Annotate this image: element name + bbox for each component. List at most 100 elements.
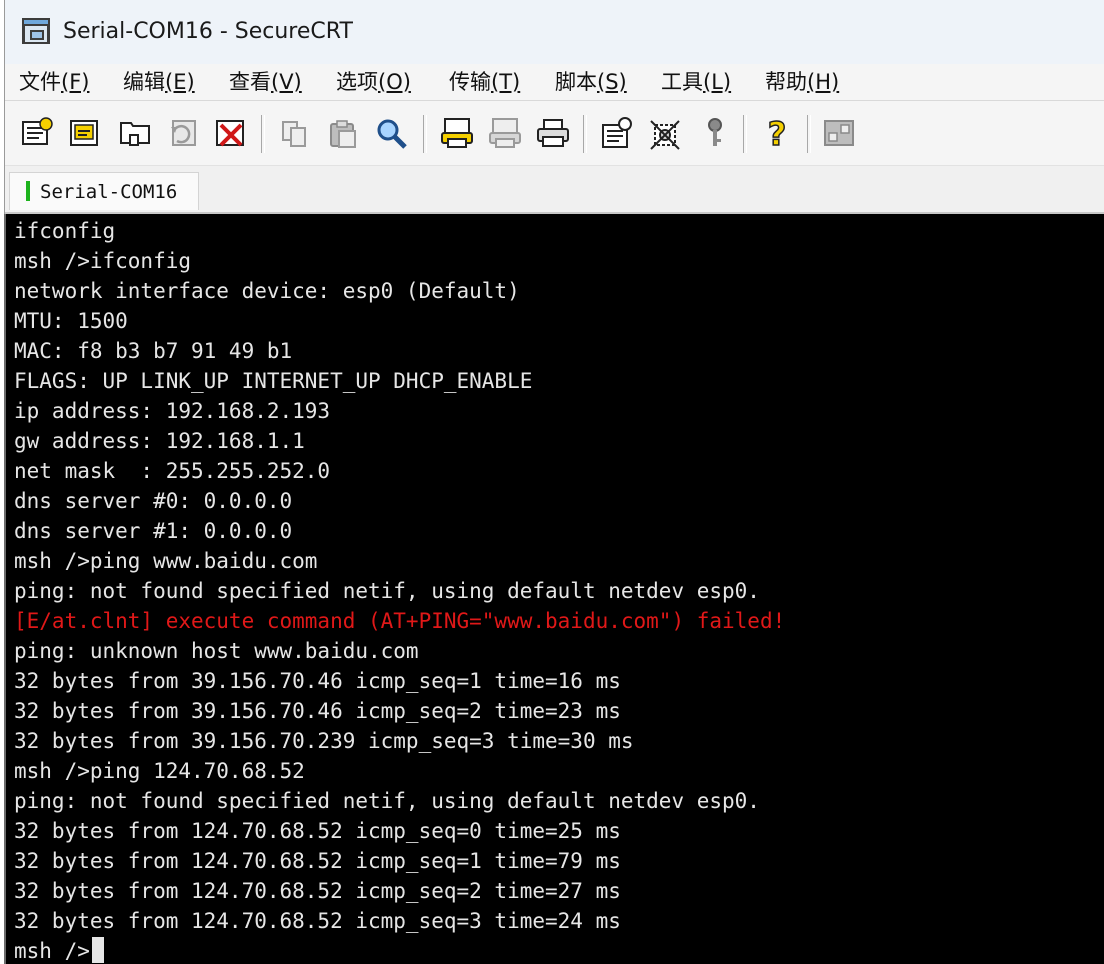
toolbar: ? bbox=[5, 101, 1104, 166]
terminal-line: ifconfig bbox=[14, 216, 785, 246]
menu-script-label: 脚本 bbox=[555, 70, 597, 94]
menu-script-key: (S) bbox=[597, 70, 627, 94]
menu-tools[interactable]: 工具(L) bbox=[661, 66, 731, 98]
securecrt-app-icon[interactable] bbox=[21, 17, 51, 45]
terminal-line-text: ping: not found specified netif, using d… bbox=[14, 579, 760, 603]
keymap-icon[interactable] bbox=[697, 115, 733, 151]
menu-file-label: 文件 bbox=[19, 70, 61, 94]
terminal-output[interactable]: ifconfig msh />ifconfig network interface … bbox=[4, 214, 1104, 964]
print-selection-icon[interactable] bbox=[487, 115, 523, 151]
sftp-icon[interactable] bbox=[821, 115, 857, 151]
menu-file[interactable]: 文件(F) bbox=[19, 66, 89, 98]
menu-edit[interactable]: 编辑(E) bbox=[123, 66, 195, 98]
terminal-line-text: MTU: 1500 bbox=[14, 309, 128, 333]
menu-help-key: (H) bbox=[807, 70, 840, 94]
menu-options[interactable]: 选项(O) bbox=[336, 66, 411, 98]
terminal-line: dns server #0: 0.0.0.0 bbox=[14, 486, 785, 516]
tab-serial-com16[interactable]: Serial-COM16 bbox=[9, 172, 199, 210]
menu-tools-label: 工具 bbox=[661, 70, 703, 94]
terminal-line-text: net mask : 255.255.252.0 bbox=[14, 459, 331, 483]
menu-edit-label: 编辑 bbox=[123, 70, 165, 94]
terminal-line-text: msh /> bbox=[14, 939, 90, 963]
terminal-line: 32 bytes from 124.70.68.52 icmp_seq=2 ti… bbox=[14, 876, 785, 906]
terminal-line-text: FLAGS: UP LINK_UP INTERNET_UP DHCP_ENABL… bbox=[14, 369, 533, 393]
terminal-line: msh />ifconfig bbox=[14, 246, 785, 276]
menu-transfer-label: 传输 bbox=[449, 70, 491, 94]
help-icon[interactable]: ? bbox=[759, 114, 795, 154]
terminal-error-line: [E/at.clnt] execute command (AT+PING="ww… bbox=[14, 606, 785, 636]
terminal-line: 32 bytes from 39.156.70.46 icmp_seq=1 ti… bbox=[14, 666, 785, 696]
terminal-line: ping: not found specified netif, using d… bbox=[14, 786, 785, 816]
terminal-line-text: ping: unknown host www.baidu.com bbox=[14, 639, 419, 663]
terminal-line: gw address: 192.168.1.1 bbox=[14, 426, 785, 456]
terminal-line-text: 32 bytes from 124.70.68.52 icmp_seq=0 ti… bbox=[14, 819, 621, 843]
terminal-line: msh />ping 124.70.68.52 bbox=[14, 756, 785, 786]
terminal-line-text: dns server #0: 0.0.0.0 bbox=[14, 489, 293, 513]
terminal-line: ping: not found specified netif, using d… bbox=[14, 576, 785, 606]
title-bar[interactable]: Serial-COM16 - SecureCRT bbox=[5, 0, 1104, 64]
terminal-line-text: 32 bytes from 124.70.68.52 icmp_seq=2 ti… bbox=[14, 879, 621, 903]
menu-edit-key: (E) bbox=[165, 70, 195, 94]
terminal-line: dns server #1: 0.0.0.0 bbox=[14, 516, 785, 546]
disconnect-icon[interactable] bbox=[213, 115, 249, 151]
terminal-line: net mask : 255.255.252.0 bbox=[14, 456, 785, 486]
terminal-lines: ifconfig msh />ifconfig network interface … bbox=[14, 216, 785, 964]
terminal-line: FLAGS: UP LINK_UP INTERNET_UP DHCP_ENABL… bbox=[14, 366, 785, 396]
menu-view-key: (V) bbox=[271, 70, 302, 94]
terminal-line-text: MAC: f8 b3 b7 91 49 b1 bbox=[14, 339, 293, 363]
menu-options-label: 选项 bbox=[336, 70, 378, 94]
terminal-line: ip address: 192.168.2.193 bbox=[14, 396, 785, 426]
copy-icon[interactable] bbox=[277, 115, 313, 151]
menu-script[interactable]: 脚本(S) bbox=[555, 66, 627, 98]
terminal-line-text: 32 bytes from 39.156.70.46 icmp_seq=2 ti… bbox=[14, 699, 621, 723]
quick-connect-icon[interactable] bbox=[67, 115, 103, 151]
toolbar-separator bbox=[423, 115, 427, 153]
terminal-line-text: msh />ifconfig bbox=[14, 249, 192, 273]
connect-tab-icon[interactable] bbox=[117, 115, 153, 151]
terminal-line-text: network interface device: esp0 (Default) bbox=[14, 279, 520, 303]
toolbar-separator bbox=[743, 115, 747, 153]
terminal-line: MAC: f8 b3 b7 91 49 b1 bbox=[14, 336, 785, 366]
toolbar-separator bbox=[261, 115, 265, 153]
menu-view[interactable]: 查看(V) bbox=[229, 66, 302, 98]
session-tab-strip: Serial-COM16 bbox=[5, 166, 1104, 215]
terminal-line: MTU: 1500 bbox=[14, 306, 785, 336]
terminal-line-text: gw address: 192.168.1.1 bbox=[14, 429, 305, 453]
paste-icon[interactable] bbox=[325, 115, 361, 151]
terminal-line: 32 bytes from 124.70.68.52 icmp_seq=3 ti… bbox=[14, 906, 785, 936]
terminal-line-text: ifconfig bbox=[14, 219, 116, 243]
menu-transfer[interactable]: 传输(T) bbox=[449, 66, 520, 98]
terminal-line-text: 32 bytes from 39.156.70.46 icmp_seq=1 ti… bbox=[14, 669, 621, 693]
terminal-line-text: 32 bytes from 124.70.68.52 icmp_seq=1 ti… bbox=[14, 849, 621, 873]
terminal-line-text: ping: not found specified netif, using d… bbox=[14, 789, 760, 813]
menu-file-key: (F) bbox=[61, 70, 90, 94]
menu-transfer-key: (T) bbox=[491, 70, 521, 94]
menu-help[interactable]: 帮助(H) bbox=[765, 66, 839, 98]
menu-options-key: (O) bbox=[378, 70, 411, 94]
terminal-line: ping: unknown host www.baidu.com bbox=[14, 636, 785, 666]
connect-icon[interactable] bbox=[19, 115, 55, 151]
terminal-line-text: 32 bytes from 39.156.70.239 icmp_seq=3 t… bbox=[14, 729, 634, 753]
menu-bar: 文件(F) 编辑(E) 查看(V) 选项(O) 传输(T) 脚本(S) 工具(L… bbox=[5, 64, 1104, 101]
global-options-icon[interactable] bbox=[647, 115, 683, 151]
toolbar-separator bbox=[807, 115, 811, 153]
terminal-line-text: [E/at.clnt] execute command (AT+PING="ww… bbox=[14, 609, 786, 633]
find-icon[interactable] bbox=[373, 115, 409, 151]
terminal-line: network interface device: esp0 (Default) bbox=[14, 276, 785, 306]
reconnect-icon[interactable] bbox=[165, 115, 201, 151]
print-screen-icon[interactable] bbox=[439, 115, 475, 151]
session-options-icon[interactable] bbox=[599, 115, 635, 151]
svg-text:?: ? bbox=[768, 115, 787, 151]
terminal-prompt-line: msh /> bbox=[14, 936, 785, 964]
menu-help-label: 帮助 bbox=[765, 70, 807, 94]
terminal-line: 32 bytes from 124.70.68.52 icmp_seq=1 ti… bbox=[14, 846, 785, 876]
toolbar-separator bbox=[583, 115, 587, 153]
menu-tools-key: (L) bbox=[703, 70, 732, 94]
terminal-line: 32 bytes from 39.156.70.46 icmp_seq=2 ti… bbox=[14, 696, 785, 726]
terminal-line: msh />ping www.baidu.com bbox=[14, 546, 785, 576]
terminal-line-text: msh />ping 124.70.68.52 bbox=[14, 759, 305, 783]
terminal-line-text: 32 bytes from 124.70.68.52 icmp_seq=3 ti… bbox=[14, 909, 621, 933]
print-icon[interactable] bbox=[535, 115, 571, 151]
terminal-line: 32 bytes from 39.156.70.239 icmp_seq=3 t… bbox=[14, 726, 785, 756]
terminal-line-text: dns server #1: 0.0.0.0 bbox=[14, 519, 293, 543]
